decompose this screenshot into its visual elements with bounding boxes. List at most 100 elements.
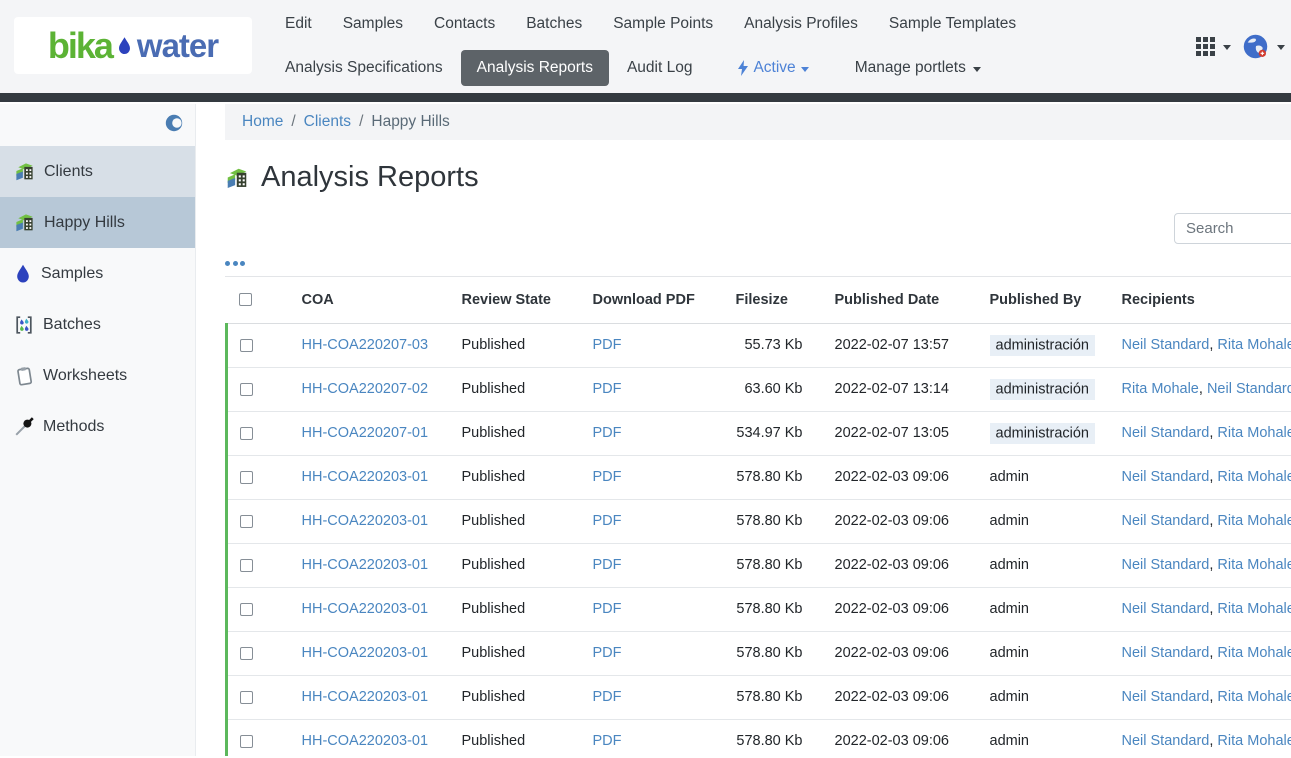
recipient-link[interactable]: Neil Standard	[1122, 469, 1210, 485]
coa-link[interactable]: HH-COA220203-01	[302, 557, 429, 573]
recipient-link[interactable]: Neil Standard	[1122, 557, 1210, 573]
pdf-download-link[interactable]: PDF	[593, 645, 622, 661]
sidebar-item-methods[interactable]: Methods	[0, 401, 195, 452]
column-header-published-by[interactable]: Published By	[978, 277, 1110, 323]
review-state: Published	[462, 513, 526, 529]
breadcrumb-home-link[interactable]: Home	[242, 113, 283, 131]
row-checkbox[interactable]	[240, 383, 253, 396]
search-input[interactable]	[1174, 213, 1291, 244]
recipient-link[interactable]: Neil Standard	[1122, 425, 1210, 441]
coa-link[interactable]: HH-COA220203-01	[302, 733, 429, 749]
recipient-link[interactable]: Rita Mohale	[1217, 557, 1291, 573]
pdf-download-link[interactable]: PDF	[593, 469, 622, 485]
filesize: 578.80 Kb	[736, 645, 802, 661]
language-dropdown[interactable]	[1242, 33, 1285, 60]
pdf-download-link[interactable]: PDF	[593, 557, 622, 573]
pdf-download-link[interactable]: PDF	[593, 689, 622, 705]
pdf-download-link[interactable]: PDF	[593, 381, 622, 397]
manage-portlets-dropdown[interactable]: Manage portlets	[855, 59, 981, 77]
review-state: Published	[462, 469, 526, 485]
coa-link[interactable]: HH-COA220207-03	[302, 337, 429, 353]
coa-link[interactable]: HH-COA220207-02	[302, 381, 429, 397]
app-logo[interactable]: bika water	[14, 17, 252, 74]
page-title: Analysis Reports	[225, 161, 1291, 194]
row-checkbox[interactable]	[240, 603, 253, 616]
water-drop-icon	[14, 264, 32, 284]
water-drop-icon	[116, 35, 133, 57]
coa-link[interactable]: HH-COA220203-01	[302, 689, 429, 705]
sidebar-item-happy-hills[interactable]: Happy Hills	[0, 197, 195, 248]
pdf-download-link[interactable]: PDF	[593, 337, 622, 353]
recipients: Neil Standard, Rita Mohale	[1110, 675, 1291, 719]
row-checkbox[interactable]	[240, 427, 253, 440]
select-all-checkbox[interactable]	[239, 293, 252, 306]
row-checkbox[interactable]	[240, 515, 253, 528]
recipient-link[interactable]: Neil Standard	[1122, 513, 1210, 529]
column-header-coa[interactable]: COA	[290, 277, 450, 323]
row-checkbox[interactable]	[240, 559, 253, 572]
coa-link[interactable]: HH-COA220203-01	[302, 469, 429, 485]
pdf-download-link[interactable]: PDF	[593, 733, 622, 749]
recipient-link[interactable]: Rita Mohale	[1217, 337, 1291, 353]
published-by: admin	[990, 469, 1030, 485]
table-row: HH-COA220207-02 Published PDF 63.60 Kb 2…	[227, 367, 1291, 411]
nav-item-contacts[interactable]: Contacts	[434, 15, 495, 33]
recipient-link[interactable]: Rita Mohale	[1217, 645, 1291, 661]
recipient-link[interactable]: Neil Standard	[1122, 645, 1210, 661]
sidebar-item-clients[interactable]: Clients	[0, 146, 195, 197]
column-header-published-date[interactable]: Published Date	[823, 277, 978, 323]
context-menu-button[interactable]	[225, 258, 249, 269]
apps-grid-dropdown[interactable]	[1196, 37, 1231, 56]
coa-link[interactable]: HH-COA220203-01	[302, 513, 429, 529]
logo-text-bika: bika	[48, 25, 112, 67]
nav-item-samples[interactable]: Samples	[343, 15, 403, 33]
row-checkbox[interactable]	[240, 647, 253, 660]
coa-link[interactable]: HH-COA220207-01	[302, 425, 429, 441]
recipient-link[interactable]: Rita Mohale	[1217, 425, 1291, 441]
recipient-link[interactable]: Rita Mohale	[1217, 469, 1291, 485]
recipients: Neil Standard, Rita Mohale	[1110, 323, 1291, 367]
review-state: Published	[462, 381, 526, 397]
row-checkbox[interactable]	[240, 735, 253, 748]
row-checkbox[interactable]	[240, 471, 253, 484]
recipient-link[interactable]: Neil Standard	[1207, 381, 1291, 397]
column-header-recipients[interactable]: Recipients	[1110, 277, 1291, 323]
column-header-review-state[interactable]: Review State	[450, 277, 581, 323]
recipient-link[interactable]: Rita Mohale	[1217, 601, 1291, 617]
analysis-reports-table: COAReview StateDownload PDFFilesizePubli…	[225, 277, 1291, 756]
coa-link[interactable]: HH-COA220203-01	[302, 645, 429, 661]
nav-item-analysis-profiles[interactable]: Analysis Profiles	[744, 15, 858, 33]
sidebar-item-worksheets[interactable]: Worksheets	[0, 350, 195, 401]
recipient-link[interactable]: Neil Standard	[1122, 601, 1210, 617]
collapse-toggle-icon[interactable]	[165, 114, 183, 132]
row-checkbox[interactable]	[240, 691, 253, 704]
column-header-download-pdf[interactable]: Download PDF	[581, 277, 724, 323]
active-filter-dropdown[interactable]: Active	[738, 59, 808, 77]
recipient-link[interactable]: Neil Standard	[1122, 337, 1210, 353]
nav-item-analysis-reports-active[interactable]: Analysis Reports	[461, 50, 609, 86]
sidebar-item-batches[interactable]: Batches	[0, 299, 195, 350]
breadcrumb-clients-link[interactable]: Clients	[304, 113, 351, 131]
recipient-link[interactable]: Rita Mohale	[1217, 689, 1291, 705]
recipient-link[interactable]: Rita Mohale	[1122, 381, 1199, 397]
published-date: 2022-02-03 09:06	[835, 733, 950, 749]
pdf-download-link[interactable]: PDF	[593, 513, 622, 529]
sidebar-item-samples[interactable]: Samples	[0, 248, 195, 299]
nav-item-analysis-specifications[interactable]: Analysis Specifications	[285, 59, 443, 77]
pdf-download-link[interactable]: PDF	[593, 601, 622, 617]
nav-item-sample-templates[interactable]: Sample Templates	[889, 15, 1016, 33]
nav-item-batches[interactable]: Batches	[526, 15, 582, 33]
pdf-download-link[interactable]: PDF	[593, 425, 622, 441]
nav-item-edit[interactable]: Edit	[285, 15, 312, 33]
filesize: 578.80 Kb	[736, 469, 802, 485]
row-checkbox[interactable]	[240, 339, 253, 352]
recipients: Neil Standard, Rita Mohale	[1110, 543, 1291, 587]
nav-item-sample-points[interactable]: Sample Points	[613, 15, 713, 33]
recipient-link[interactable]: Neil Standard	[1122, 733, 1210, 749]
nav-item-audit-log[interactable]: Audit Log	[627, 59, 693, 77]
recipient-link[interactable]: Neil Standard	[1122, 689, 1210, 705]
column-header-filesize[interactable]: Filesize	[724, 277, 823, 323]
recipient-link[interactable]: Rita Mohale	[1217, 733, 1291, 749]
coa-link[interactable]: HH-COA220203-01	[302, 601, 429, 617]
recipient-link[interactable]: Rita Mohale	[1217, 513, 1291, 529]
